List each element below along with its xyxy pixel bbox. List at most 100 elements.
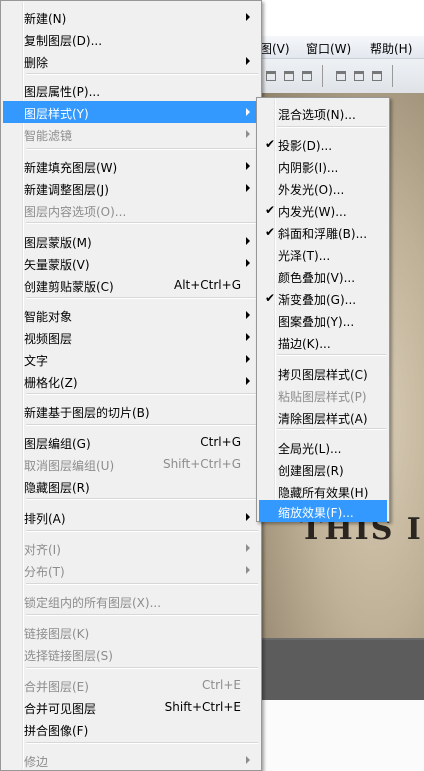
menubar-item-view[interactable]: 图(V)	[260, 40, 290, 57]
layer-menu-item-label: 分布(T)	[24, 565, 65, 579]
menu-separator	[277, 428, 386, 430]
layer-menu-item[interactable]: 创建剪贴蒙版(C) Alt+Ctrl+G	[3, 274, 259, 296]
app-menubar: 图(V) 窗口(W) 帮助(H)	[260, 36, 424, 59]
style-menu-item-label: 混合选项(N)...	[278, 108, 356, 122]
layer-menu-item-label: 智能滤镜	[24, 129, 73, 143]
layer-menu-item[interactable]: 新建基于图层的切片(B)	[3, 400, 259, 422]
layer-menu-item[interactable]: 新建(N)	[3, 6, 259, 28]
layer-menu-item[interactable]: 链接图层(K)	[3, 621, 259, 643]
layer-menu-item-label: 矢量蒙版(V)	[24, 258, 90, 272]
layer-menu-item[interactable]: 复制图层(D)...	[3, 28, 259, 50]
style-menu-item[interactable]: ✔ 投影(D)...	[259, 133, 387, 155]
style-menu-item[interactable]: 拷贝图层样式(C)	[259, 362, 387, 384]
style-menu-item-label: 图案叠加(Y)...	[278, 315, 355, 329]
shortcut-label: Shift+Ctrl+E	[164, 700, 241, 714]
layer-menu-item[interactable]: 图层编组(G) Ctrl+G	[3, 431, 259, 453]
distribute-left-icon[interactable]	[336, 71, 346, 81]
menubar-item-window[interactable]: 窗口(W)	[306, 40, 351, 57]
layer-menu-item[interactable]: 图层内容选项(O)...	[3, 199, 259, 221]
layer-menu-item[interactable]: 删除	[3, 50, 259, 72]
layer-menu-item-label: 智能对象	[24, 310, 73, 324]
menu-separator	[26, 297, 258, 299]
style-menu-item[interactable]: 颜色叠加(V)...	[259, 265, 387, 287]
layer-menu-item[interactable]: 隐藏图层(R)	[3, 475, 259, 497]
menubar-item-help[interactable]: 帮助(H)	[370, 40, 412, 57]
layer-menu-item[interactable]: 锁定组内的所有图层(X)...	[3, 590, 259, 612]
layer-menu-item[interactable]: 栅格化(Z)	[3, 370, 259, 392]
style-menu-item[interactable]: 光泽(T)...	[259, 243, 387, 265]
menu-separator	[277, 126, 386, 128]
layer-menu-item-label: 取消图层编组(U)	[24, 459, 115, 473]
style-menu-item[interactable]: 内阴影(I)...	[259, 155, 387, 177]
layer-menu-item[interactable]: 文字	[3, 348, 259, 370]
style-menu-item[interactable]: 全局光(L)...	[259, 436, 387, 458]
layer-menu-item[interactable]: 新建调整图层(J)	[3, 177, 259, 199]
style-menu-item-label: 外发光(O)...	[278, 183, 345, 197]
layer-menu-item[interactable]: 分布(T)	[3, 559, 259, 581]
style-menu-item[interactable]: 描边(K)...	[259, 331, 387, 353]
submenu-arrow-icon	[246, 184, 250, 192]
shortcut-label: Ctrl+E	[202, 678, 241, 692]
menu-separator	[26, 614, 258, 616]
layer-menu-item-label: 图层蒙版(M)	[24, 236, 92, 250]
layer-menu-item-label: 选择链接图层(S)	[24, 649, 113, 663]
style-menu-item[interactable]: 粘贴图层样式(P)	[259, 384, 387, 406]
menu-separator	[26, 148, 258, 150]
style-menu-item-label: 内阴影(I)...	[278, 161, 339, 175]
submenu-arrow-icon	[246, 377, 250, 385]
style-menu-item-label: 全局光(L)...	[278, 442, 342, 456]
menu-separator	[26, 530, 258, 532]
style-menu-item-label: 颜色叠加(V)...	[278, 271, 356, 285]
submenu-arrow-icon	[246, 756, 250, 764]
style-menu-item-label: 隐藏所有效果(H)	[278, 486, 369, 500]
style-menu-item-label: 缩放效果(F)...	[278, 506, 354, 520]
submenu-arrow-icon	[246, 162, 250, 170]
layer-menu-item[interactable]: 排列(A)	[3, 506, 259, 528]
layer-menu-item-label: 锁定组内的所有图层(X)...	[24, 596, 162, 610]
style-menu-item[interactable]: ✔ 斜面和浮雕(B)...	[259, 221, 387, 243]
layer-menu-item[interactable]: 合并图层(E) Ctrl+E	[3, 674, 259, 696]
align-bottom-icon[interactable]	[302, 71, 312, 81]
layer-menu-item[interactable]: 对齐(I)	[3, 537, 259, 559]
layer-menu-item[interactable]: 拼合图像(F)	[3, 718, 259, 740]
layer-menu-item-label: 合并可见图层	[24, 702, 97, 716]
layer-menu-item-label: 视频图层	[24, 332, 73, 346]
layer-menu-item[interactable]: 智能滤镜	[3, 123, 259, 145]
align-top-icon[interactable]	[266, 71, 276, 81]
layer-menu-item[interactable]: 选择链接图层(S)	[3, 643, 259, 665]
style-menu-item[interactable]: 外发光(O)...	[259, 177, 387, 199]
style-menu-item[interactable]: ✔ 内发光(W)...	[259, 199, 387, 221]
layer-menu-item[interactable]: 视频图层	[3, 326, 259, 348]
style-menu-item[interactable]: 创建图层(R)	[259, 458, 387, 480]
align-vcenter-icon[interactable]	[284, 71, 294, 81]
style-menu-item[interactable]: 混合选项(N)...	[259, 102, 387, 124]
layer-menu-item[interactable]: 新建填充图层(W)	[3, 155, 259, 177]
style-menu-item[interactable]: 隐藏所有效果(H)	[259, 480, 387, 502]
layer-menu-item[interactable]: 智能对象	[3, 304, 259, 326]
style-menu-item-label: 投影(D)...	[278, 139, 333, 153]
shortcut-label: Ctrl+G	[200, 435, 241, 449]
layer-menu-item[interactable]: 合并可见图层 Shift+Ctrl+E	[3, 696, 259, 718]
layer-menu-item[interactable]: 图层样式(Y)	[3, 101, 259, 123]
distribute-hcenter-icon[interactable]	[354, 71, 364, 81]
submenu-arrow-icon	[246, 259, 250, 267]
distribute-right-icon[interactable]	[372, 71, 382, 81]
layer-menu-item[interactable]: 图层蒙版(M)	[3, 230, 259, 252]
layer-menu-item[interactable]: 取消图层编组(U) Shift+Ctrl+G	[3, 453, 259, 475]
style-menu-item[interactable]: 图案叠加(Y)...	[259, 309, 387, 331]
style-menu-item[interactable]: 缩放效果(F)...	[259, 500, 387, 522]
layer-menu-item[interactable]: 修边	[3, 749, 259, 771]
submenu-arrow-icon	[246, 513, 250, 521]
layer-menu-item-label: 图层编组(G)	[24, 437, 91, 451]
layer-menu-item[interactable]: 矢量蒙版(V)	[3, 252, 259, 274]
style-menu-item[interactable]: 清除图层样式(A)	[259, 406, 387, 428]
layer-menu-item-label: 栅格化(Z)	[24, 376, 78, 390]
style-menu-item-label: 渐变叠加(G)...	[278, 293, 357, 307]
checkmark-icon: ✔	[265, 137, 276, 151]
layer-menu-item[interactable]: 图层属性(P)...	[3, 79, 259, 101]
layer-menu-item-label: 对齐(I)	[24, 543, 61, 557]
style-menu-item-label: 斜面和浮雕(B)...	[278, 227, 368, 241]
menu-separator	[26, 583, 258, 585]
style-menu-item[interactable]: ✔ 渐变叠加(G)...	[259, 287, 387, 309]
layer-menu-item-label: 新建基于图层的切片(B)	[24, 406, 150, 420]
